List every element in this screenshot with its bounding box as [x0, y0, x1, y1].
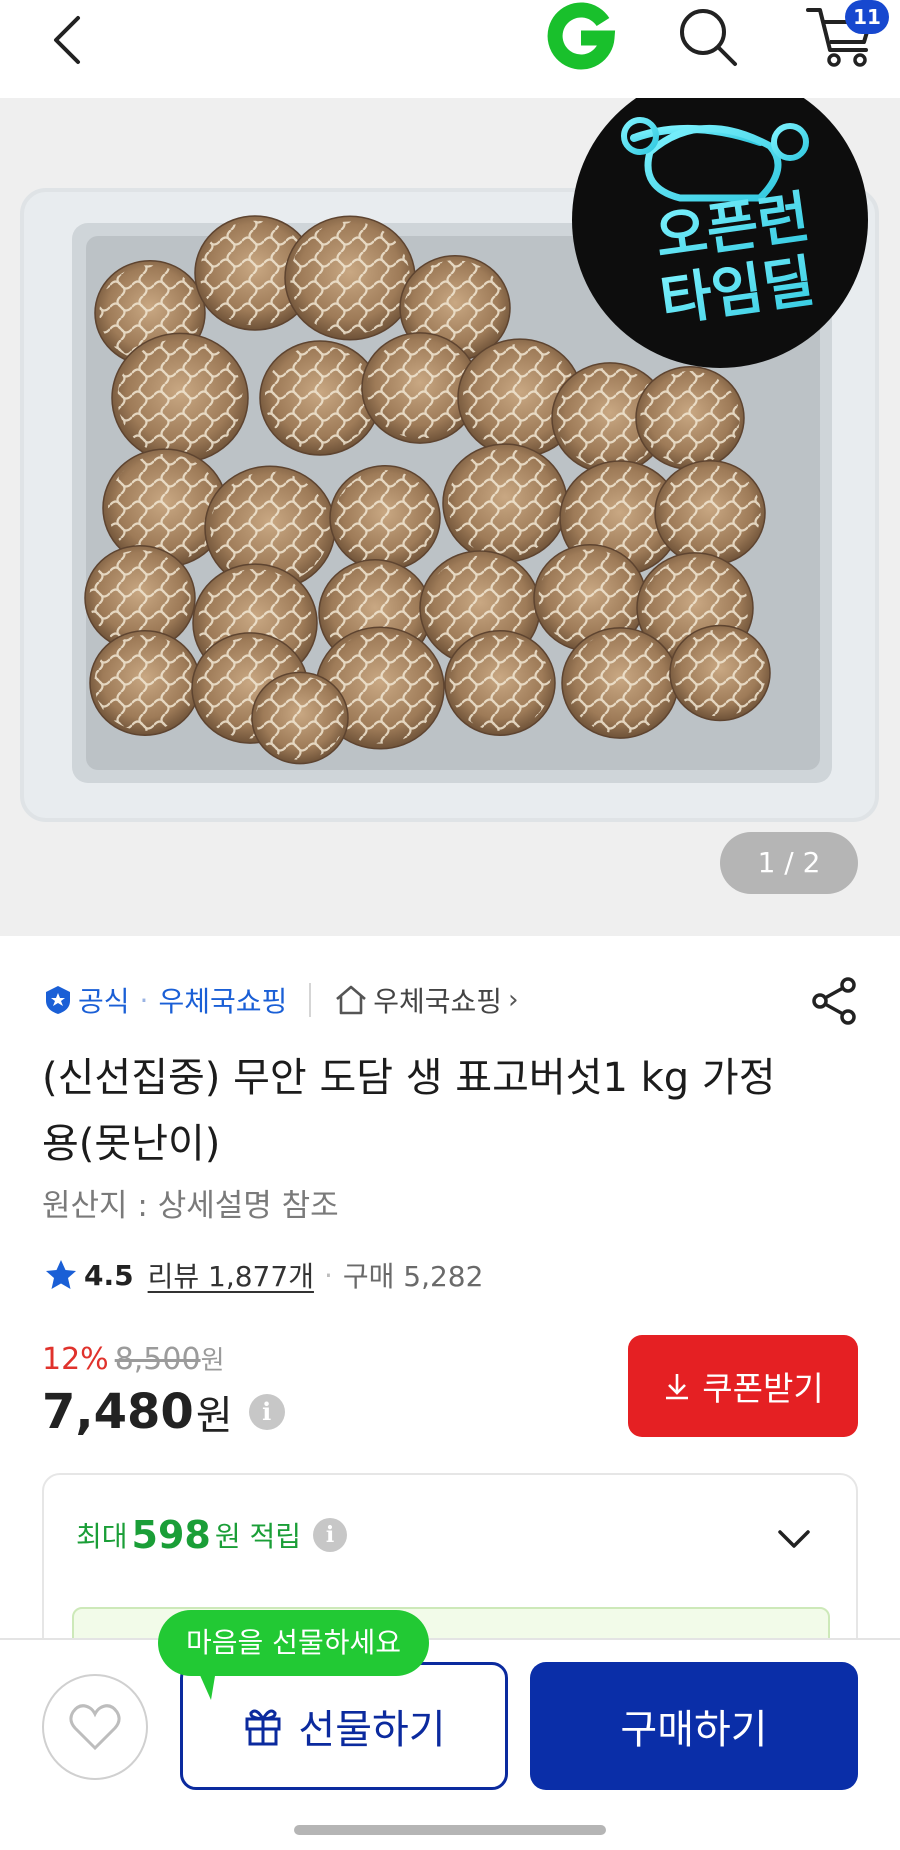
original-price: 8,500: [114, 1342, 201, 1377]
download-icon: [666, 1374, 689, 1400]
chevron-right-icon: ›: [508, 985, 519, 1015]
reward-header: 최대 598 원 적립 i: [76, 1513, 348, 1557]
coupon-label: 쿠폰받기: [702, 1370, 824, 1407]
buy-label: 구매하기: [620, 1708, 768, 1752]
tooltip-tail: [195, 1664, 217, 1700]
gift-icon: [245, 1709, 281, 1746]
rating-value: 4.5: [84, 1258, 134, 1292]
discount-row: 12% 8,500 원: [42, 1340, 285, 1377]
home-icon: [336, 985, 367, 1015]
info-icon[interactable]: i: [248, 1394, 285, 1430]
seller-name-link[interactable]: 우체국쇼핑: [158, 980, 287, 1020]
purchase-count: 구매 5,282: [342, 1260, 484, 1293]
back-icon[interactable]: [40, 10, 100, 70]
gift-label: 선물하기: [298, 1707, 446, 1753]
home-indicator: [294, 1825, 606, 1835]
price-block: 12% 8,500 원 7,480 원 i: [42, 1340, 285, 1441]
final-price-row: 7,480 원 i: [42, 1383, 285, 1441]
reward-prefix: 최대: [76, 1520, 128, 1553]
seller-row: 공식 · 우체국쇼핑 우체국쇼핑 ›: [42, 978, 518, 1022]
buy-button[interactable]: 구매하기: [530, 1662, 858, 1790]
final-price-unit: 원: [195, 1393, 233, 1439]
share-icon[interactable]: [808, 975, 860, 1027]
gmarket-logo[interactable]: [545, 0, 617, 72]
image-counter: 1 / 2: [720, 832, 858, 894]
wishlist-button[interactable]: [42, 1674, 148, 1780]
official-label: 공식: [78, 985, 130, 1018]
coupon-button[interactable]: 쿠폰받기: [628, 1335, 858, 1437]
discount-rate: 12%: [42, 1342, 109, 1377]
search-icon[interactable]: [675, 4, 741, 70]
gift-button[interactable]: 선물하기: [180, 1662, 508, 1790]
dot-separator: ·: [323, 1258, 333, 1292]
dot-separator: ·: [139, 983, 149, 1017]
product-image-carousel[interactable]: 오픈런 타임딜 1 / 2: [0, 98, 900, 936]
rating-row: 4.5 리뷰 1,877개 · 구매 5,282: [44, 1255, 483, 1295]
product-title: (신선집중) 무안 도담 생 표고버섯1 kg 가정용(못난이): [42, 1055, 776, 1167]
store-link[interactable]: 우체국쇼핑: [373, 980, 502, 1020]
reward-amount: 598: [131, 1513, 211, 1557]
product-image: 오픈런 타임딜: [20, 98, 879, 822]
chevron-down-icon[interactable]: [772, 1517, 816, 1561]
heart-icon: [69, 1704, 121, 1751]
reward-suffix: 원 적립: [214, 1520, 302, 1553]
final-price: 7,480: [42, 1384, 194, 1440]
review-link[interactable]: 리뷰 1,877개: [148, 1255, 314, 1295]
divider: [309, 983, 312, 1017]
official-shield-icon: [46, 986, 70, 1014]
info-icon[interactable]: i: [313, 1518, 348, 1552]
cart-count-badge: 11: [845, 0, 889, 34]
bottom-action-bar: 선물하기 구매하기: [0, 1638, 900, 1850]
top-bar: 11: [0, 0, 900, 98]
original-price-unit: 원: [200, 1346, 225, 1376]
origin-info: 원산지 : 상세설명 참조: [42, 1188, 339, 1224]
star-icon: [46, 1260, 76, 1289]
